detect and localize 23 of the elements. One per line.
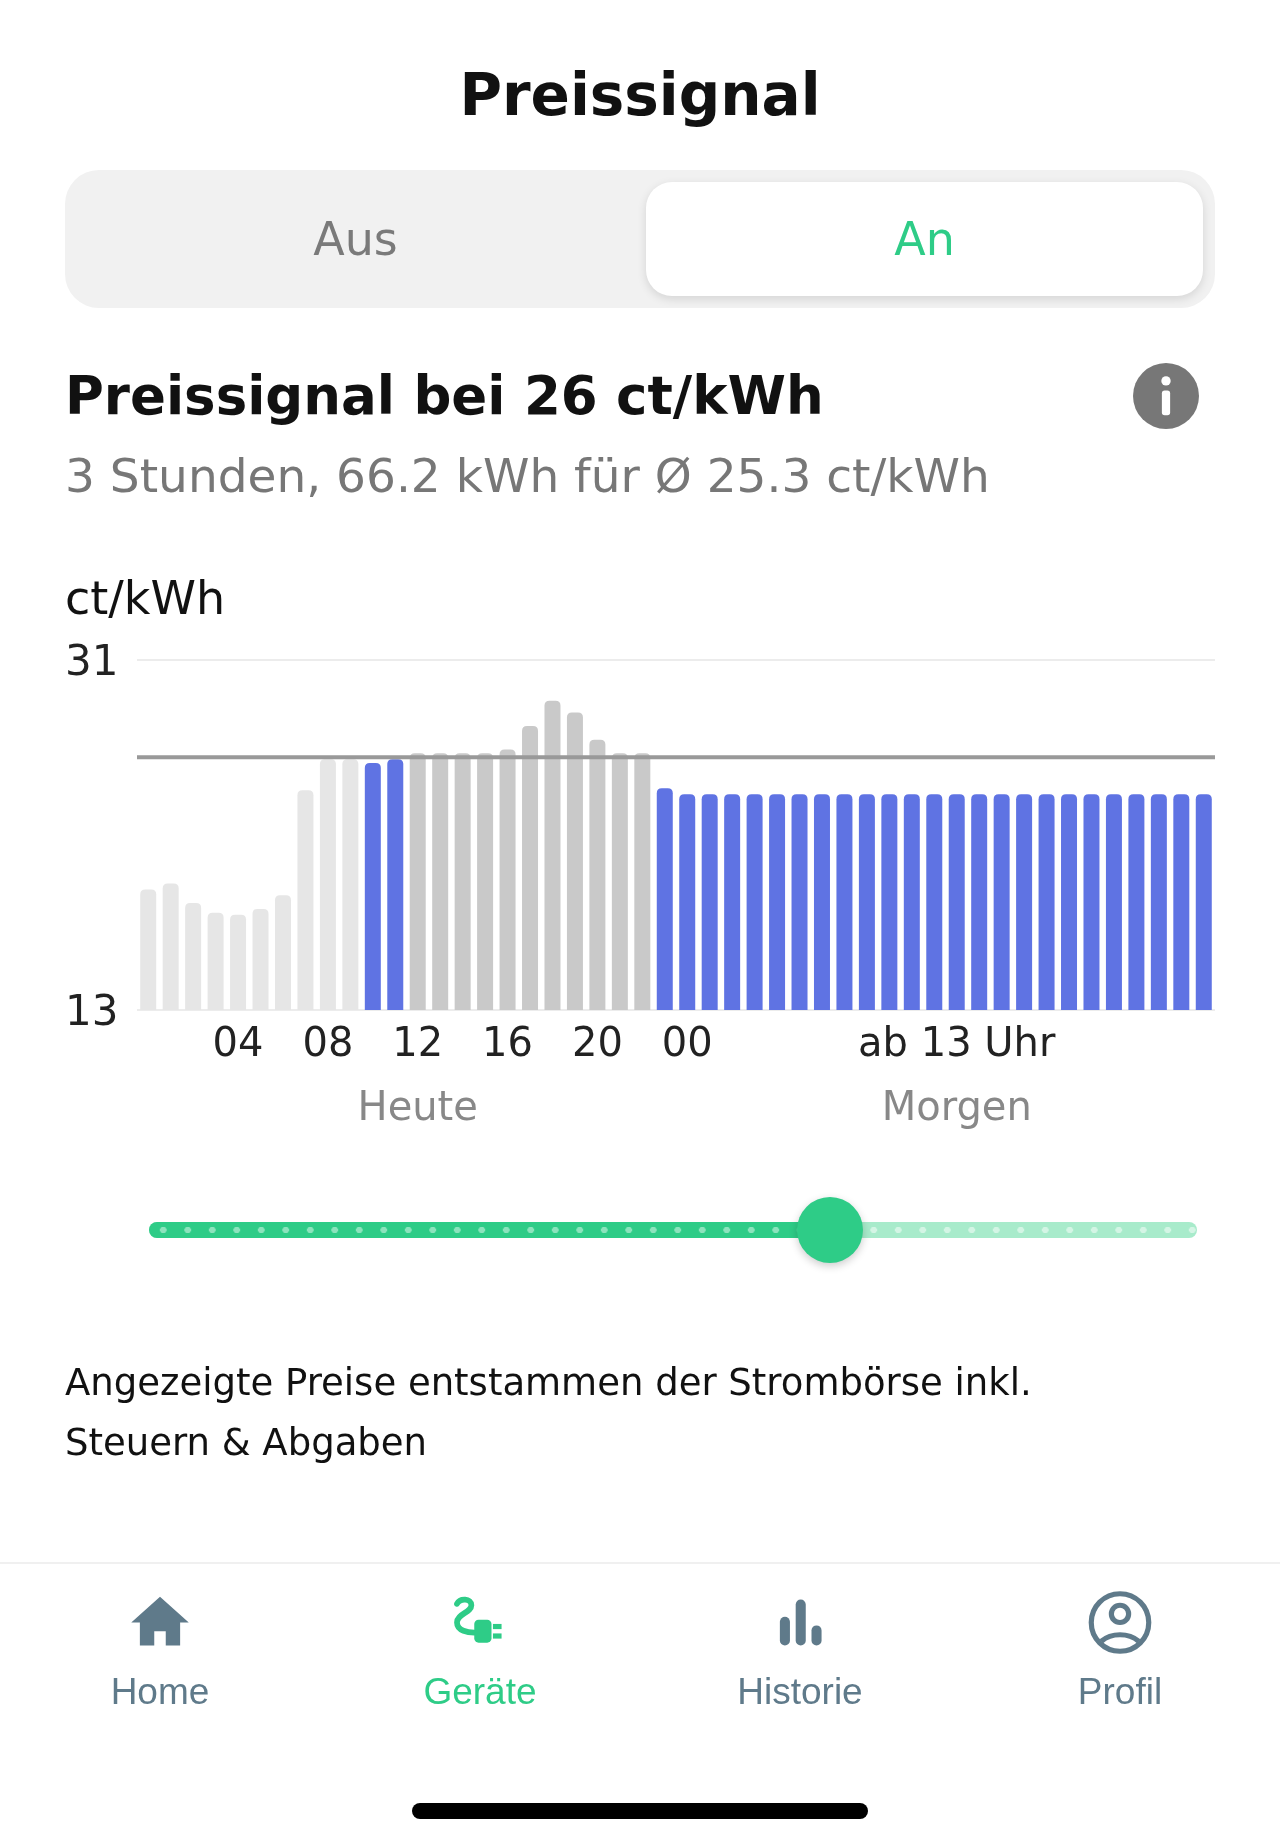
signal-summary: 3 Stunden, 66.2 kWh für Ø 25.3 ct/kWh — [65, 447, 991, 505]
x-tick-label: 12 — [392, 1019, 444, 1065]
nav-item[interactable]: Profil — [960, 1564, 1280, 1714]
info-icon[interactable] — [1133, 363, 1199, 429]
signal-heading: Preissignal bei 26 ct/kWh — [65, 364, 824, 428]
y-tick-label: 13 — [65, 986, 119, 1035]
price-note: Angezeigte Preise entstammen der Strombörse inkl. Steuern & Abgaben — [65, 1360, 1033, 1466]
day-label: Heute — [357, 1083, 478, 1129]
nav-item[interactable]: Home — [0, 1564, 320, 1714]
y-tick-label: 31 — [65, 636, 119, 685]
nav-item[interactable]: Historie — [640, 1564, 960, 1714]
x-tick-label: 08 — [302, 1019, 354, 1065]
page-title: Preissignal — [458, 60, 822, 131]
day-label: Morgen — [881, 1083, 1032, 1129]
y-axis-label: ct/kWh — [65, 570, 227, 627]
x-tick-label: 20 — [571, 1019, 623, 1065]
slider-thumb[interactable] — [797, 1197, 864, 1263]
x-tick-label: 00 — [661, 1019, 713, 1065]
x-tick-label: 04 — [212, 1019, 264, 1065]
x-tick-label: ab 13 Uhr — [858, 1019, 1056, 1065]
x-tick-label: 16 — [482, 1019, 533, 1065]
mode-tab[interactable]: Aus — [77, 182, 634, 296]
time-slider[interactable] — [149, 1197, 1197, 1263]
